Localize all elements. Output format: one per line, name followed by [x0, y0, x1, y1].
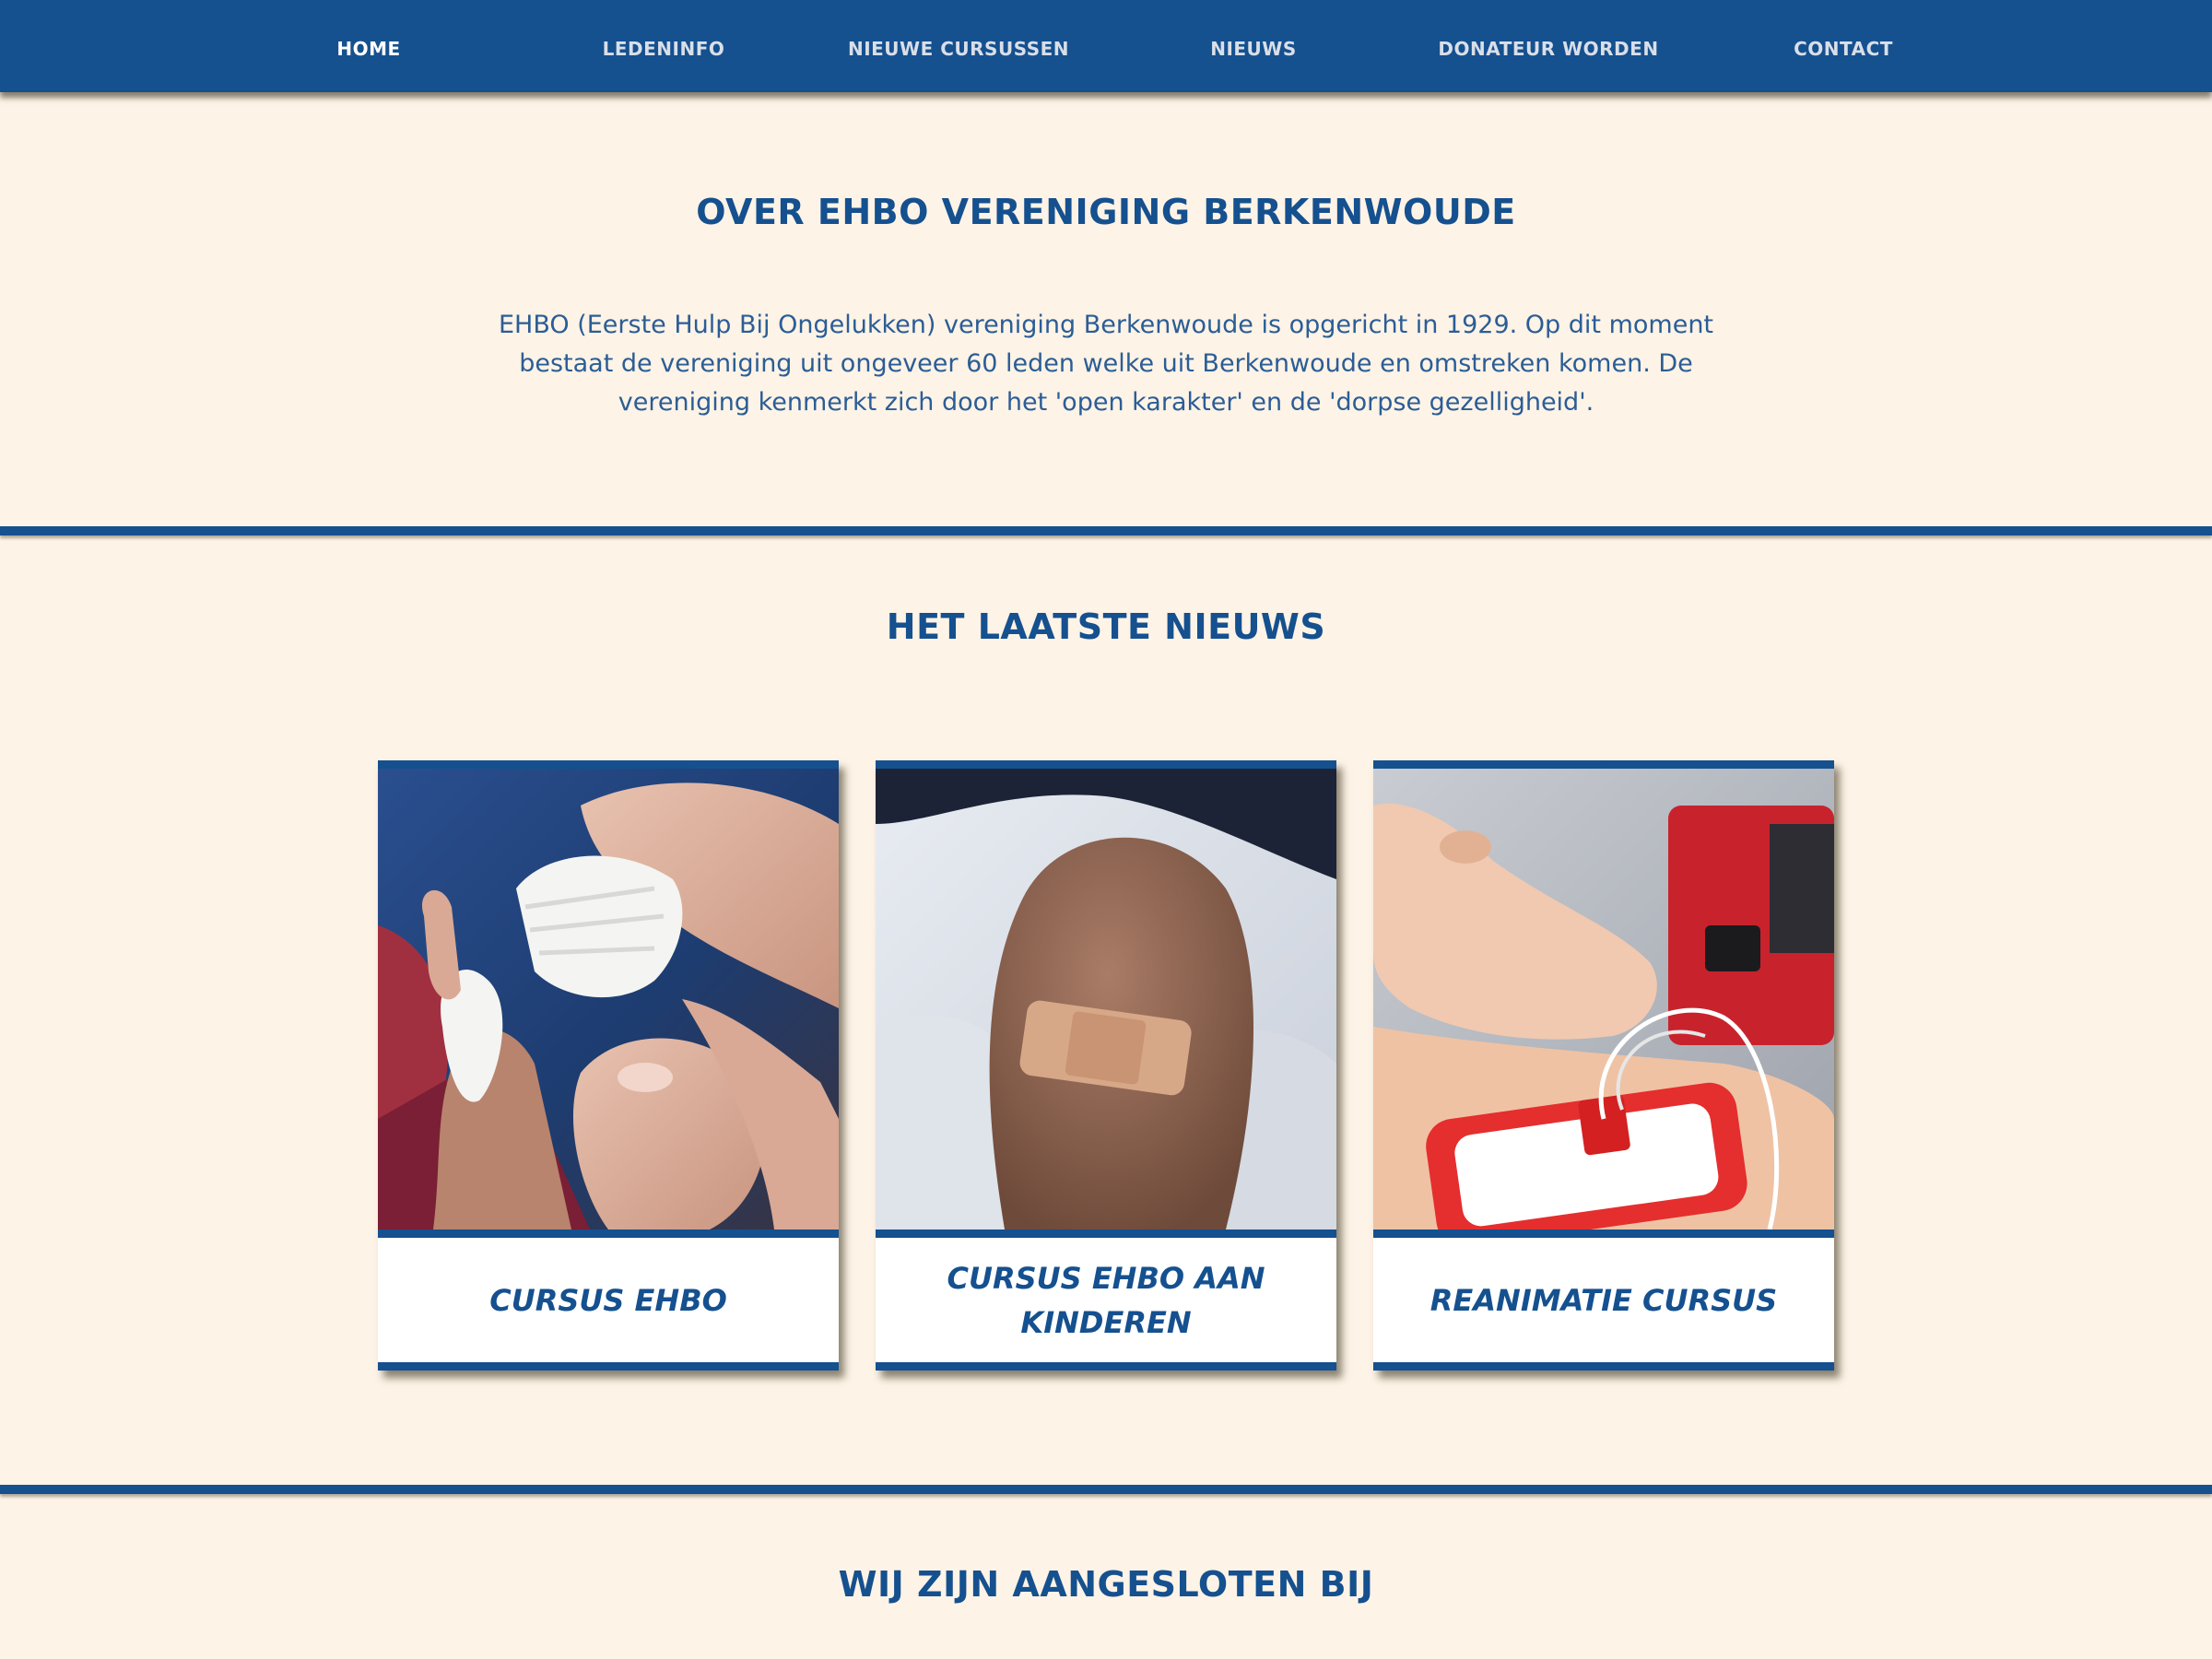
nav-item-nieuws[interactable]: NIEUWS — [1106, 0, 1401, 92]
card-title[interactable]: CURSUS EHBO AAN KINDEREN — [894, 1238, 1318, 1362]
knee-plaster-photo[interactable] — [876, 769, 1336, 1230]
cpr-manikin-aed-photo[interactable] — [1373, 769, 1834, 1230]
card-accent-bar — [876, 1230, 1336, 1238]
news-title: HET LAATSTE NIEUWS — [886, 606, 1326, 647]
bandaging-hand-photo[interactable] — [378, 769, 839, 1230]
card-accent-bar — [1373, 1230, 1834, 1238]
nav-item-nieuwe-cursussen[interactable]: NIEUWE CURSUSSEN — [811, 0, 1106, 92]
card-title[interactable]: REANIMATIE CURSUS — [1392, 1238, 1816, 1362]
section-divider — [0, 526, 2212, 535]
main-navbar: HOME LEDENINFO NIEUWE CURSUSSEN NIEUWS D… — [0, 0, 2212, 92]
card-accent-bar — [378, 1230, 839, 1238]
nav-item-ledeninfo[interactable]: LEDENINFO — [516, 0, 811, 92]
nav-item-contact[interactable]: CONTACT — [1696, 0, 1991, 92]
card-title[interactable]: CURSUS EHBO — [396, 1238, 820, 1362]
section-divider — [0, 1485, 2212, 1494]
nav-item-donateur-worden[interactable]: DONATEUR WORDEN — [1401, 0, 1696, 92]
news-card-reanimatie-cursus[interactable]: REANIMATIE CURSUS — [1373, 760, 1834, 1371]
nav-item-home[interactable]: HOME — [221, 0, 516, 92]
news-card-cursus-ehbo-kinderen[interactable]: CURSUS EHBO AAN KINDEREN — [876, 760, 1336, 1371]
about-title: OVER EHBO VERENIGING BERKENWOUDE — [696, 192, 1516, 232]
about-text: EHBO (Eerste Hulp Bij Ongelukken) vereni… — [498, 311, 1714, 417]
news-card-cursus-ehbo[interactable]: CURSUS EHBO — [378, 760, 839, 1371]
affiliations-title: WIJ ZIJN AANGESLOTEN BIJ — [838, 1564, 1374, 1605]
